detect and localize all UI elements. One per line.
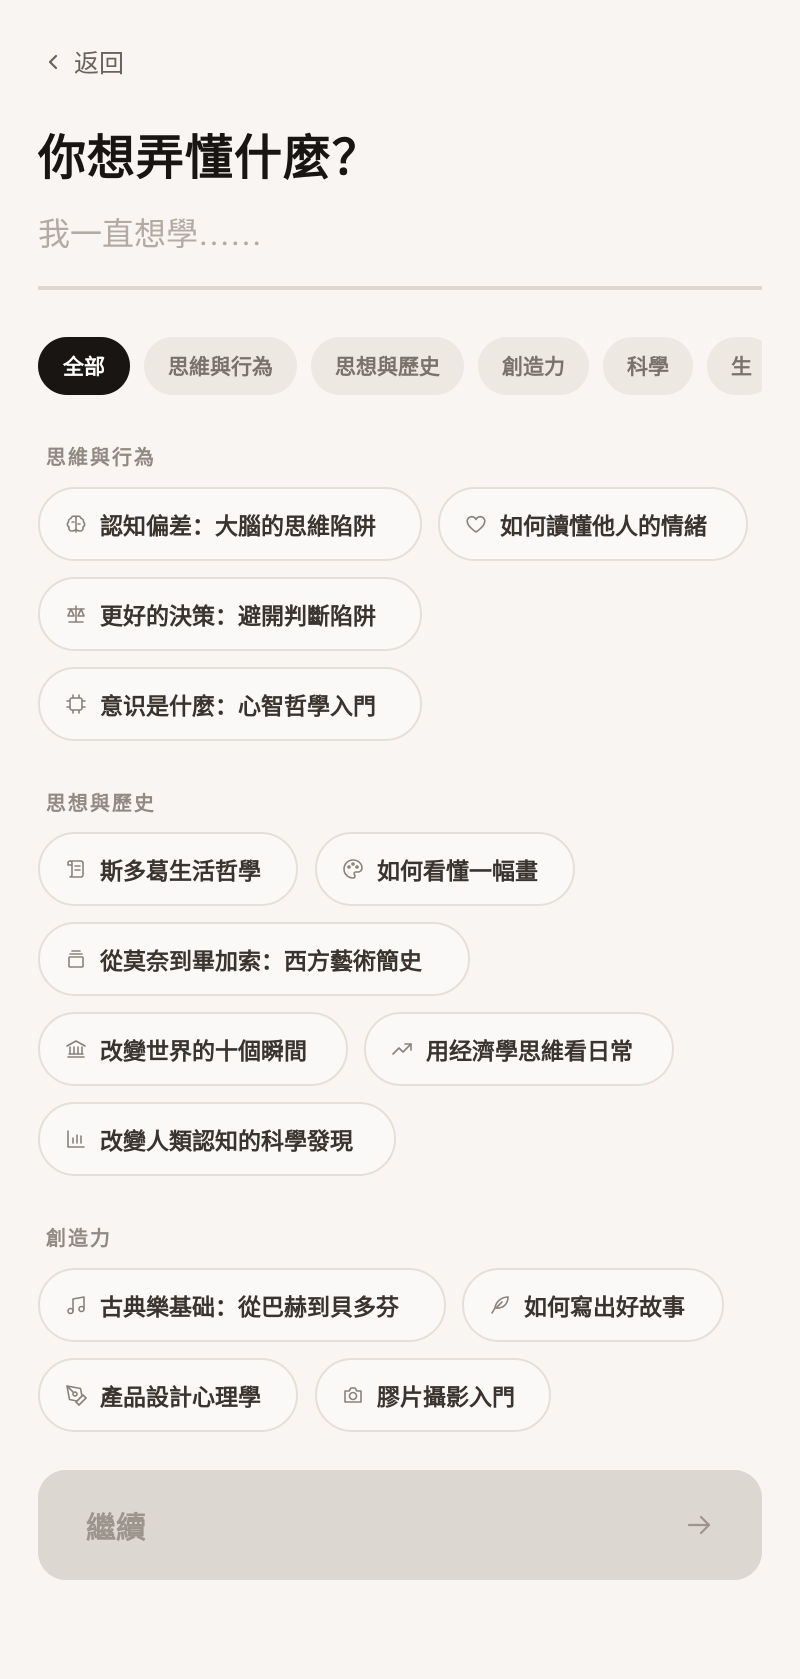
tab-mind-behavior[interactable]: 思維與行為 xyxy=(144,337,297,395)
topic-chip[interactable]: 用经濟學思維看日常 xyxy=(364,1012,674,1086)
bar-chart-icon xyxy=(64,1127,88,1151)
topic-chip[interactable]: 更好的決策：避開判斷陷阱 xyxy=(38,577,422,651)
topic-label: 如何讀懂他人的情緒 xyxy=(500,513,707,539)
scale-icon xyxy=(64,602,88,626)
page-title: 你想弄懂什麼？ xyxy=(38,132,382,185)
trending-up-icon xyxy=(390,1037,414,1061)
topic-label: 意识是什麼：心智哲學入門 xyxy=(100,693,376,719)
topic-label: 用经濟學思維看日常 xyxy=(426,1038,633,1064)
section-label-ideas-history: 思想與歷史 xyxy=(46,793,156,815)
topic-label: 古典樂基础：從巴赫到貝多芬 xyxy=(100,1294,399,1320)
back-button[interactable]: 返回 xyxy=(44,44,124,80)
section-label-mind-behavior: 思維與行為 xyxy=(46,447,156,469)
topic-chip[interactable]: 認知偏差：大腦的思維陷阱 xyxy=(38,487,422,561)
arrow-right-icon xyxy=(687,1515,711,1535)
section-label-creativity: 創造力 xyxy=(46,1228,112,1250)
landmark-icon xyxy=(64,1037,88,1061)
topic-label: 斯多葛生活哲學 xyxy=(100,858,261,884)
topic-label: 更好的決策：避開判斷陷阱 xyxy=(100,603,376,629)
layers-icon xyxy=(64,947,88,971)
topic-chip[interactable]: 膠片攝影入門 xyxy=(315,1358,551,1432)
topic-chip[interactable]: 如何讀懂他人的情緒 xyxy=(438,487,748,561)
topic-label: 產品設計心理學 xyxy=(100,1384,261,1410)
tab-life[interactable]: 生 xyxy=(707,337,762,395)
pen-tool-icon xyxy=(64,1383,88,1407)
scroll-icon xyxy=(64,857,88,881)
topic-label: 改變世界的十個瞬間 xyxy=(100,1038,307,1064)
topic-label: 認知偏差：大腦的思維陷阱 xyxy=(100,513,376,539)
continue-button[interactable]: 繼續 xyxy=(38,1470,762,1580)
camera-icon xyxy=(341,1383,365,1407)
category-tabs: 全部 思維與行為 思想與歷史 創造力 科學 生 xyxy=(38,337,762,395)
topic-chip[interactable]: 斯多葛生活哲學 xyxy=(38,832,298,906)
topic-label: 膠片攝影入門 xyxy=(377,1384,515,1410)
continue-label: 繼續 xyxy=(86,1512,146,1545)
palette-icon xyxy=(341,857,365,881)
tab-ideas-history[interactable]: 思想與歷史 xyxy=(311,337,464,395)
brain-icon xyxy=(64,512,88,536)
topic-chip[interactable]: 改變世界的十個瞬間 xyxy=(38,1012,348,1086)
topic-chip[interactable]: 改變人類認知的科學發現 xyxy=(38,1102,396,1176)
back-label: 返回 xyxy=(74,50,125,78)
chevron-left-icon xyxy=(48,54,58,70)
tab-all[interactable]: 全部 xyxy=(38,337,130,395)
topic-label: 改變人類認知的科學發現 xyxy=(100,1128,353,1154)
heart-icon xyxy=(464,512,488,536)
tab-science[interactable]: 科學 xyxy=(603,337,693,395)
topic-chip[interactable]: 如何看懂一幅畫 xyxy=(315,832,575,906)
chip-icon xyxy=(64,692,88,716)
topic-chip[interactable]: 意识是什麼：心智哲學入門 xyxy=(38,667,422,741)
feather-icon xyxy=(488,1293,512,1317)
topic-chip[interactable]: 從莫奈到畢加索：西方藝術簡史 xyxy=(38,922,470,996)
topic-chip[interactable]: 如何寫出好故事 xyxy=(462,1268,724,1342)
topic-label: 如何看懂一幅畫 xyxy=(377,858,538,884)
music-icon xyxy=(64,1293,88,1317)
topic-label: 如何寫出好故事 xyxy=(524,1294,685,1320)
topic-label: 從莫奈到畢加索：西方藝術簡史 xyxy=(100,948,422,974)
learning-goal-input[interactable] xyxy=(38,210,762,290)
topic-chip[interactable]: 產品設計心理學 xyxy=(38,1358,298,1432)
topic-chip[interactable]: 古典樂基础：從巴赫到貝多芬 xyxy=(38,1268,446,1342)
tab-creativity[interactable]: 創造力 xyxy=(478,337,589,395)
